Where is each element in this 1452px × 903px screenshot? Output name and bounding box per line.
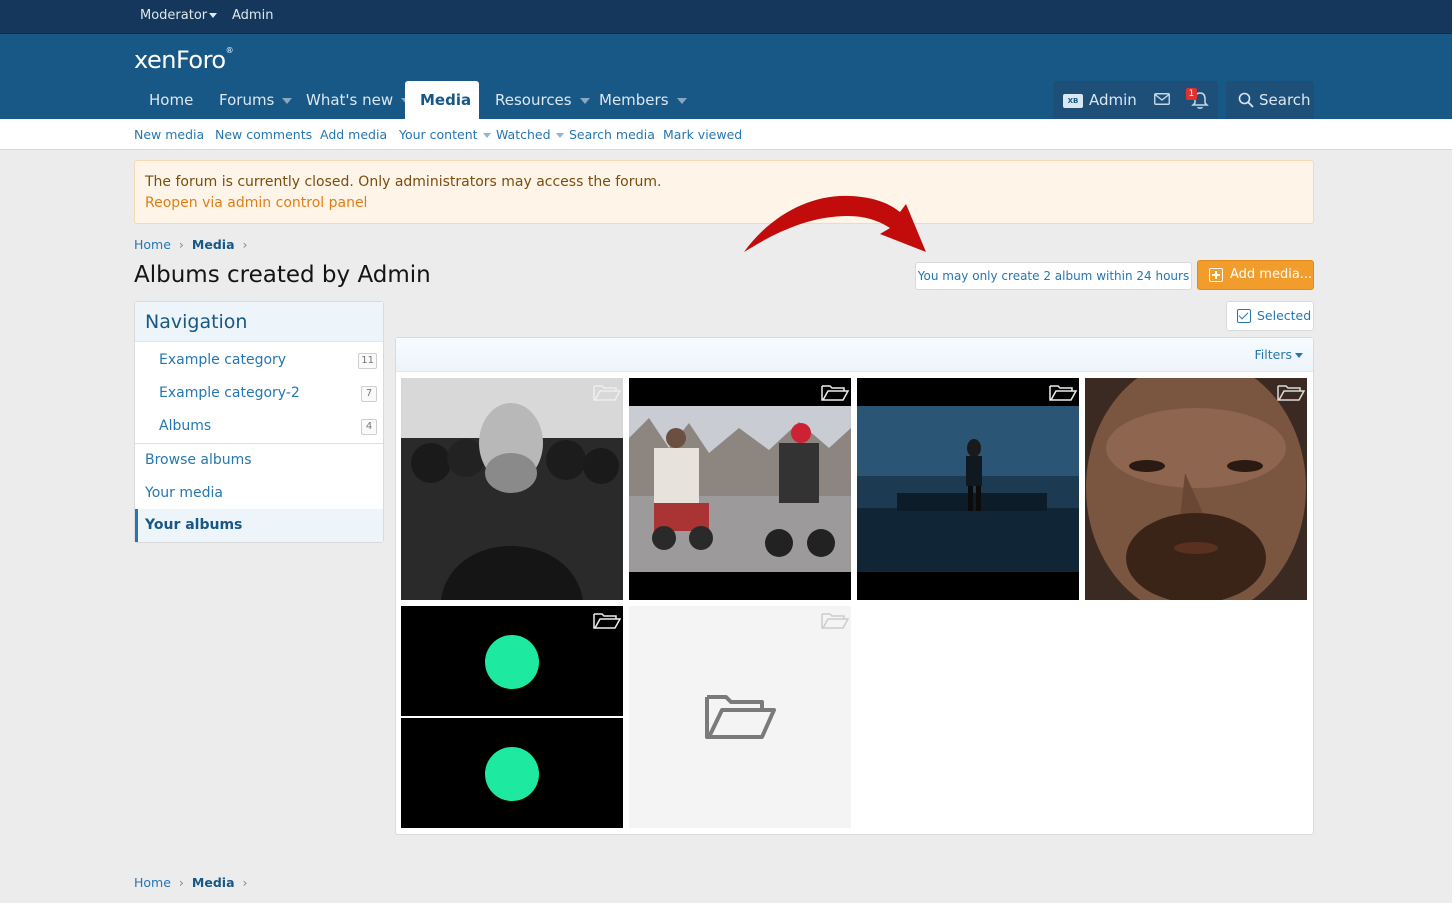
chevron-down-icon[interactable]: [482, 133, 491, 138]
chevron-down-icon: [1295, 353, 1303, 358]
chevron-down-icon[interactable]: [676, 97, 687, 104]
album-grid-block: Filters: [395, 337, 1314, 835]
subnav-label: Your content: [399, 127, 478, 142]
search-button[interactable]: Search: [1226, 81, 1314, 119]
tab-media[interactable]: Media: [405, 81, 479, 119]
breadcrumb-home[interactable]: Home: [134, 875, 171, 890]
breadcrumb-separator: ›: [178, 875, 184, 890]
subnav-your-content[interactable]: Your content: [399, 127, 491, 142]
checkbox-icon: [1237, 309, 1251, 323]
sidebar-item-label: Example category: [159, 352, 287, 368]
moderator-label: Moderator: [140, 8, 208, 23]
filters-label: Filters: [1254, 347, 1292, 362]
breadcrumb-separator: ›: [242, 875, 248, 890]
album-thumb-5[interactable]: [401, 606, 623, 828]
subnav-new-media[interactable]: New media: [134, 127, 204, 142]
tab-label: Forums: [219, 91, 275, 109]
breadcrumb-separator: ›: [242, 237, 248, 252]
subnav-search-media[interactable]: Search media: [569, 127, 655, 142]
account-label: Admin: [1089, 91, 1137, 109]
sub-navigation: New media New comments Add media Your co…: [0, 119, 1452, 150]
tab-label: What's new: [306, 91, 394, 109]
sidebar-item-browse-albums[interactable]: Browse albums: [135, 444, 383, 477]
selected-label: Selected: [1257, 308, 1312, 323]
sidebar-item-your-media[interactable]: Your media: [135, 477, 383, 510]
sidebar-item-albums[interactable]: Albums 4: [135, 410, 383, 443]
folder-open-icon: [1049, 385, 1077, 401]
album-thumbnail-image: [401, 378, 623, 600]
album-thumb-3[interactable]: [857, 378, 1079, 600]
alert-count-badge: 1: [1186, 88, 1197, 100]
search-icon: [1238, 92, 1254, 108]
album-thumbnail-image: [629, 378, 851, 600]
chevron-down-icon[interactable]: [555, 133, 564, 138]
notice-reopen-link[interactable]: Reopen via admin control panel: [145, 195, 367, 211]
sidebar-title: Navigation: [135, 302, 383, 342]
filter-bar: Filters: [396, 338, 1313, 372]
folder-open-icon: [593, 613, 621, 629]
logo-registered-mark: ®: [225, 46, 234, 55]
subnav-label: Watched: [496, 127, 551, 142]
subnav-watched[interactable]: Watched: [496, 127, 564, 142]
count-badge: 4: [361, 419, 377, 435]
sidebar-item-label: Example category-2: [159, 385, 300, 401]
admin-link[interactable]: Admin: [232, 8, 273, 23]
sidebar-item-example-category[interactable]: Example category 11: [135, 344, 383, 377]
page-title: Albums created by Admin: [134, 262, 431, 288]
subnav-add-media[interactable]: Add media: [320, 127, 387, 142]
breadcrumb-media[interactable]: Media: [192, 875, 235, 890]
add-media-label: Add media...: [1230, 267, 1313, 282]
site-header: xenForo® Home Forums What's new Media Re…: [0, 34, 1452, 119]
album-thumbnail-image: [401, 606, 623, 828]
site-logo[interactable]: xenForo®: [134, 46, 234, 74]
tab-home[interactable]: Home: [134, 81, 208, 119]
sidebar-item-your-albums[interactable]: Your albums: [135, 509, 383, 542]
breadcrumb-media[interactable]: Media: [192, 237, 235, 252]
account-group: XB Admin 1: [1053, 81, 1218, 119]
breadcrumb-bottom: Home › Media ›: [134, 875, 256, 890]
folder-open-icon: [1277, 385, 1305, 401]
tab-label: Media: [420, 91, 472, 109]
plus-square-icon: [1209, 268, 1223, 282]
account-menu[interactable]: XB Admin: [1063, 81, 1137, 119]
search-label: Search: [1259, 91, 1311, 109]
folder-open-icon: [821, 385, 849, 401]
avatar: XB: [1063, 93, 1083, 108]
add-media-button[interactable]: Add media...: [1197, 260, 1314, 290]
breadcrumb-separator: ›: [178, 237, 184, 252]
subnav-new-comments[interactable]: New comments: [215, 127, 312, 142]
envelope-icon[interactable]: [1154, 93, 1170, 105]
chevron-down-icon: [209, 13, 218, 18]
notice-message: The forum is currently closed. Only admi…: [145, 174, 662, 190]
logo-text: xenForo: [134, 46, 226, 74]
folder-open-icon: [593, 385, 621, 401]
tab-members[interactable]: Members: [584, 81, 702, 119]
album-thumbnail-image: [1085, 378, 1307, 600]
tab-label: Members: [599, 91, 669, 109]
forum-closed-notice: The forum is currently closed. Only admi…: [134, 160, 1314, 224]
selected-button[interactable]: Selected: [1226, 301, 1314, 331]
album-thumbnail-image: [857, 378, 1079, 600]
count-badge: 7: [361, 386, 377, 402]
album-thumb-6[interactable]: [629, 606, 851, 828]
subnav-mark-viewed[interactable]: Mark viewed: [663, 127, 742, 142]
breadcrumb: Home › Media ›: [134, 237, 256, 252]
folder-open-icon: [705, 695, 776, 739]
staff-bar: Moderator Admin: [0, 0, 1452, 34]
album-thumb-4[interactable]: [1085, 378, 1307, 600]
count-badge: 11: [358, 353, 377, 369]
filters-menu[interactable]: Filters: [1255, 347, 1303, 362]
moderator-menu[interactable]: Moderator: [140, 8, 218, 23]
album-thumb-1[interactable]: [401, 378, 623, 600]
album-limit-message: You may only create 2 album within 24 ho…: [915, 262, 1192, 290]
sidebar-item-label: Albums: [159, 418, 212, 434]
sidebar-item-example-category-2[interactable]: Example category-2 7: [135, 377, 383, 410]
tab-label: Resources: [495, 91, 572, 109]
tab-label: Home: [149, 91, 194, 109]
folder-open-icon: [821, 613, 849, 629]
album-thumb-2[interactable]: [629, 378, 851, 600]
annotation-arrow: [744, 195, 926, 252]
breadcrumb-home[interactable]: Home: [134, 237, 171, 252]
navigation-sidebar: Navigation Example category 11 Example ca…: [134, 301, 384, 543]
